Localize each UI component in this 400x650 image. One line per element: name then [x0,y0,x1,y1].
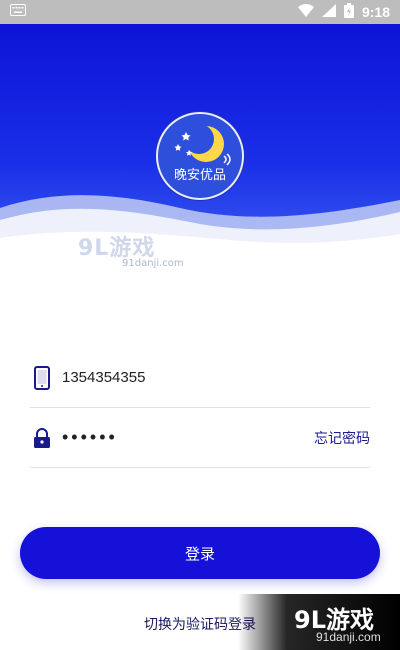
watermark-top-sub: 91danji.com [122,258,184,269]
logo-text: 晚安优品 [173,168,226,183]
phone-input[interactable]: 1354354355 [62,369,370,386]
status-bar: 9:18 [0,0,400,24]
wifi-icon [297,3,314,21]
keyboard-icon [10,4,26,20]
watermark-top: 9L游戏 91danji.com [78,230,188,270]
password-input[interactable]: •••••• [62,427,314,448]
password-field[interactable]: •••••• 忘记密码 [30,408,370,468]
watermark-bottom-sub: 91danji.com [316,630,381,644]
phone-field[interactable]: 1354354355 [30,348,370,408]
login-button[interactable]: 登录 [20,527,380,579]
moon-icon [184,124,224,162]
watermark-bottom: 9L游戏 91danji.com [238,594,400,650]
battery-charging-icon [343,2,354,22]
app-logo: 晚安优品 [156,112,244,200]
status-time: 9:18 [361,4,390,20]
signal-icon [321,3,336,21]
phone-icon [30,365,54,390]
forgot-password-link[interactable]: 忘记密码 [314,428,370,448]
lock-icon [30,426,54,450]
